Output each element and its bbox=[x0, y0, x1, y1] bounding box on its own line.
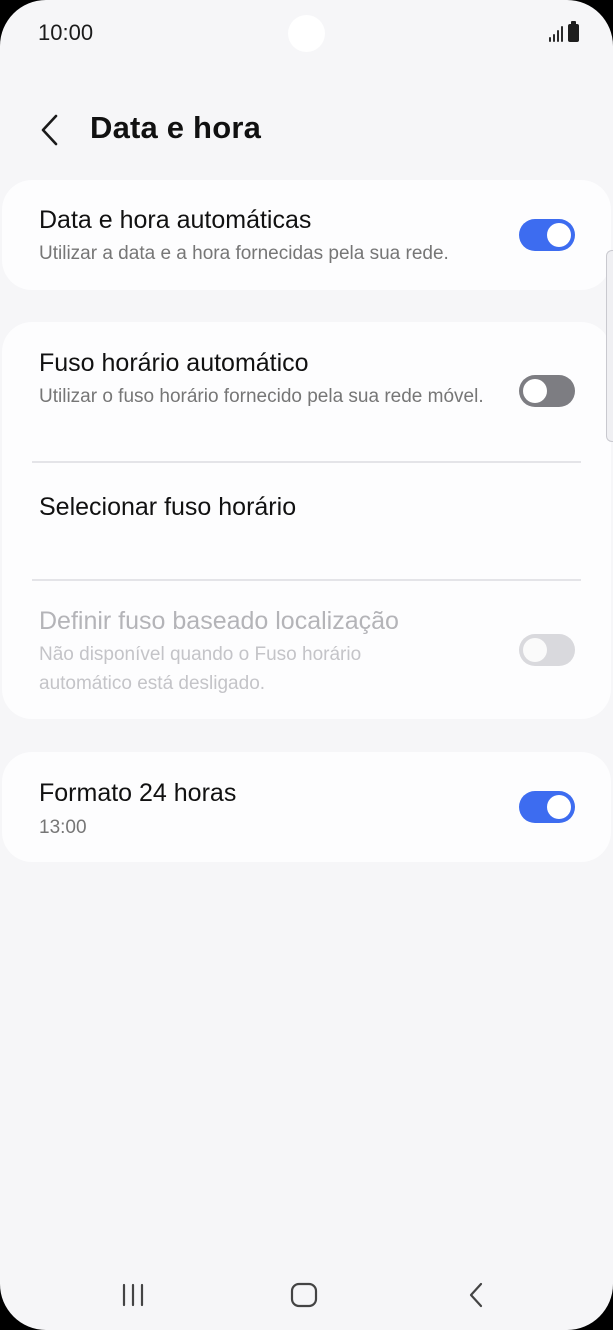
front-camera-cutout bbox=[288, 15, 325, 52]
screen: 10:00 Data e hora Data e hora automática… bbox=[0, 0, 613, 1330]
recents-icon bbox=[122, 1283, 144, 1307]
auto-datetime-subtitle: Utilizar a data e a hora fornecidas pela… bbox=[39, 243, 449, 264]
auto-datetime-row[interactable]: Data e hora automáticas Utilizar a data … bbox=[2, 180, 611, 290]
location-timezone-title: Definir fuso baseado localização bbox=[39, 607, 399, 635]
signal-bars-icon bbox=[549, 26, 563, 42]
back-arrow-icon bbox=[469, 1282, 483, 1308]
auto-timezone-row[interactable]: Fuso horário automático Utilizar o fuso … bbox=[2, 322, 611, 462]
location-timezone-toggle bbox=[519, 634, 575, 666]
toggle-knob bbox=[547, 795, 571, 819]
toggle-knob bbox=[547, 223, 571, 247]
settings-card-format: Formato 24 horas 13:00 bbox=[2, 752, 611, 862]
status-icons bbox=[549, 21, 579, 42]
format-24h-subtitle: 13:00 bbox=[39, 817, 87, 838]
select-timezone-title: Selecionar fuso horário bbox=[39, 493, 297, 521]
format-24h-toggle[interactable] bbox=[519, 791, 575, 823]
status-bar: 10:00 bbox=[0, 0, 613, 66]
chevron-left-icon bbox=[41, 114, 58, 146]
battery-icon bbox=[568, 21, 579, 42]
toggle-knob bbox=[523, 379, 547, 403]
auto-datetime-toggle[interactable] bbox=[519, 219, 575, 251]
settings-card-timezone: Fuso horário automático Utilizar o fuso … bbox=[2, 322, 611, 719]
auto-datetime-title: Data e hora automáticas bbox=[39, 206, 312, 234]
select-timezone-row[interactable]: Selecionar fuso horário bbox=[2, 463, 611, 579]
recents-button[interactable] bbox=[88, 1270, 178, 1320]
home-icon bbox=[290, 1282, 318, 1308]
location-timezone-row: Definir fuso baseado localização Não dis… bbox=[2, 581, 611, 719]
settings-card-auto-datetime: Data e hora automáticas Utilizar a data … bbox=[2, 180, 611, 290]
navigation-bar bbox=[0, 1270, 613, 1320]
format-24h-title: Formato 24 horas bbox=[39, 779, 237, 807]
auto-timezone-title: Fuso horário automático bbox=[39, 349, 309, 377]
format-24h-row[interactable]: Formato 24 horas 13:00 bbox=[2, 752, 611, 862]
nav-back-button[interactable] bbox=[431, 1270, 521, 1320]
home-button[interactable] bbox=[259, 1270, 349, 1320]
page-title: Data e hora bbox=[90, 110, 262, 145]
location-timezone-subtitle: Não disponível quando o Fuso horário aut… bbox=[39, 644, 362, 694]
edge-panel-handle[interactable] bbox=[606, 250, 613, 442]
app-bar: Data e hora bbox=[0, 100, 613, 160]
back-button[interactable] bbox=[28, 104, 72, 156]
auto-timezone-subtitle: Utilizar o fuso horário fornecido pela s… bbox=[39, 386, 484, 407]
toggle-knob bbox=[523, 638, 547, 662]
auto-timezone-toggle[interactable] bbox=[519, 375, 575, 407]
status-time: 10:00 bbox=[38, 20, 94, 45]
